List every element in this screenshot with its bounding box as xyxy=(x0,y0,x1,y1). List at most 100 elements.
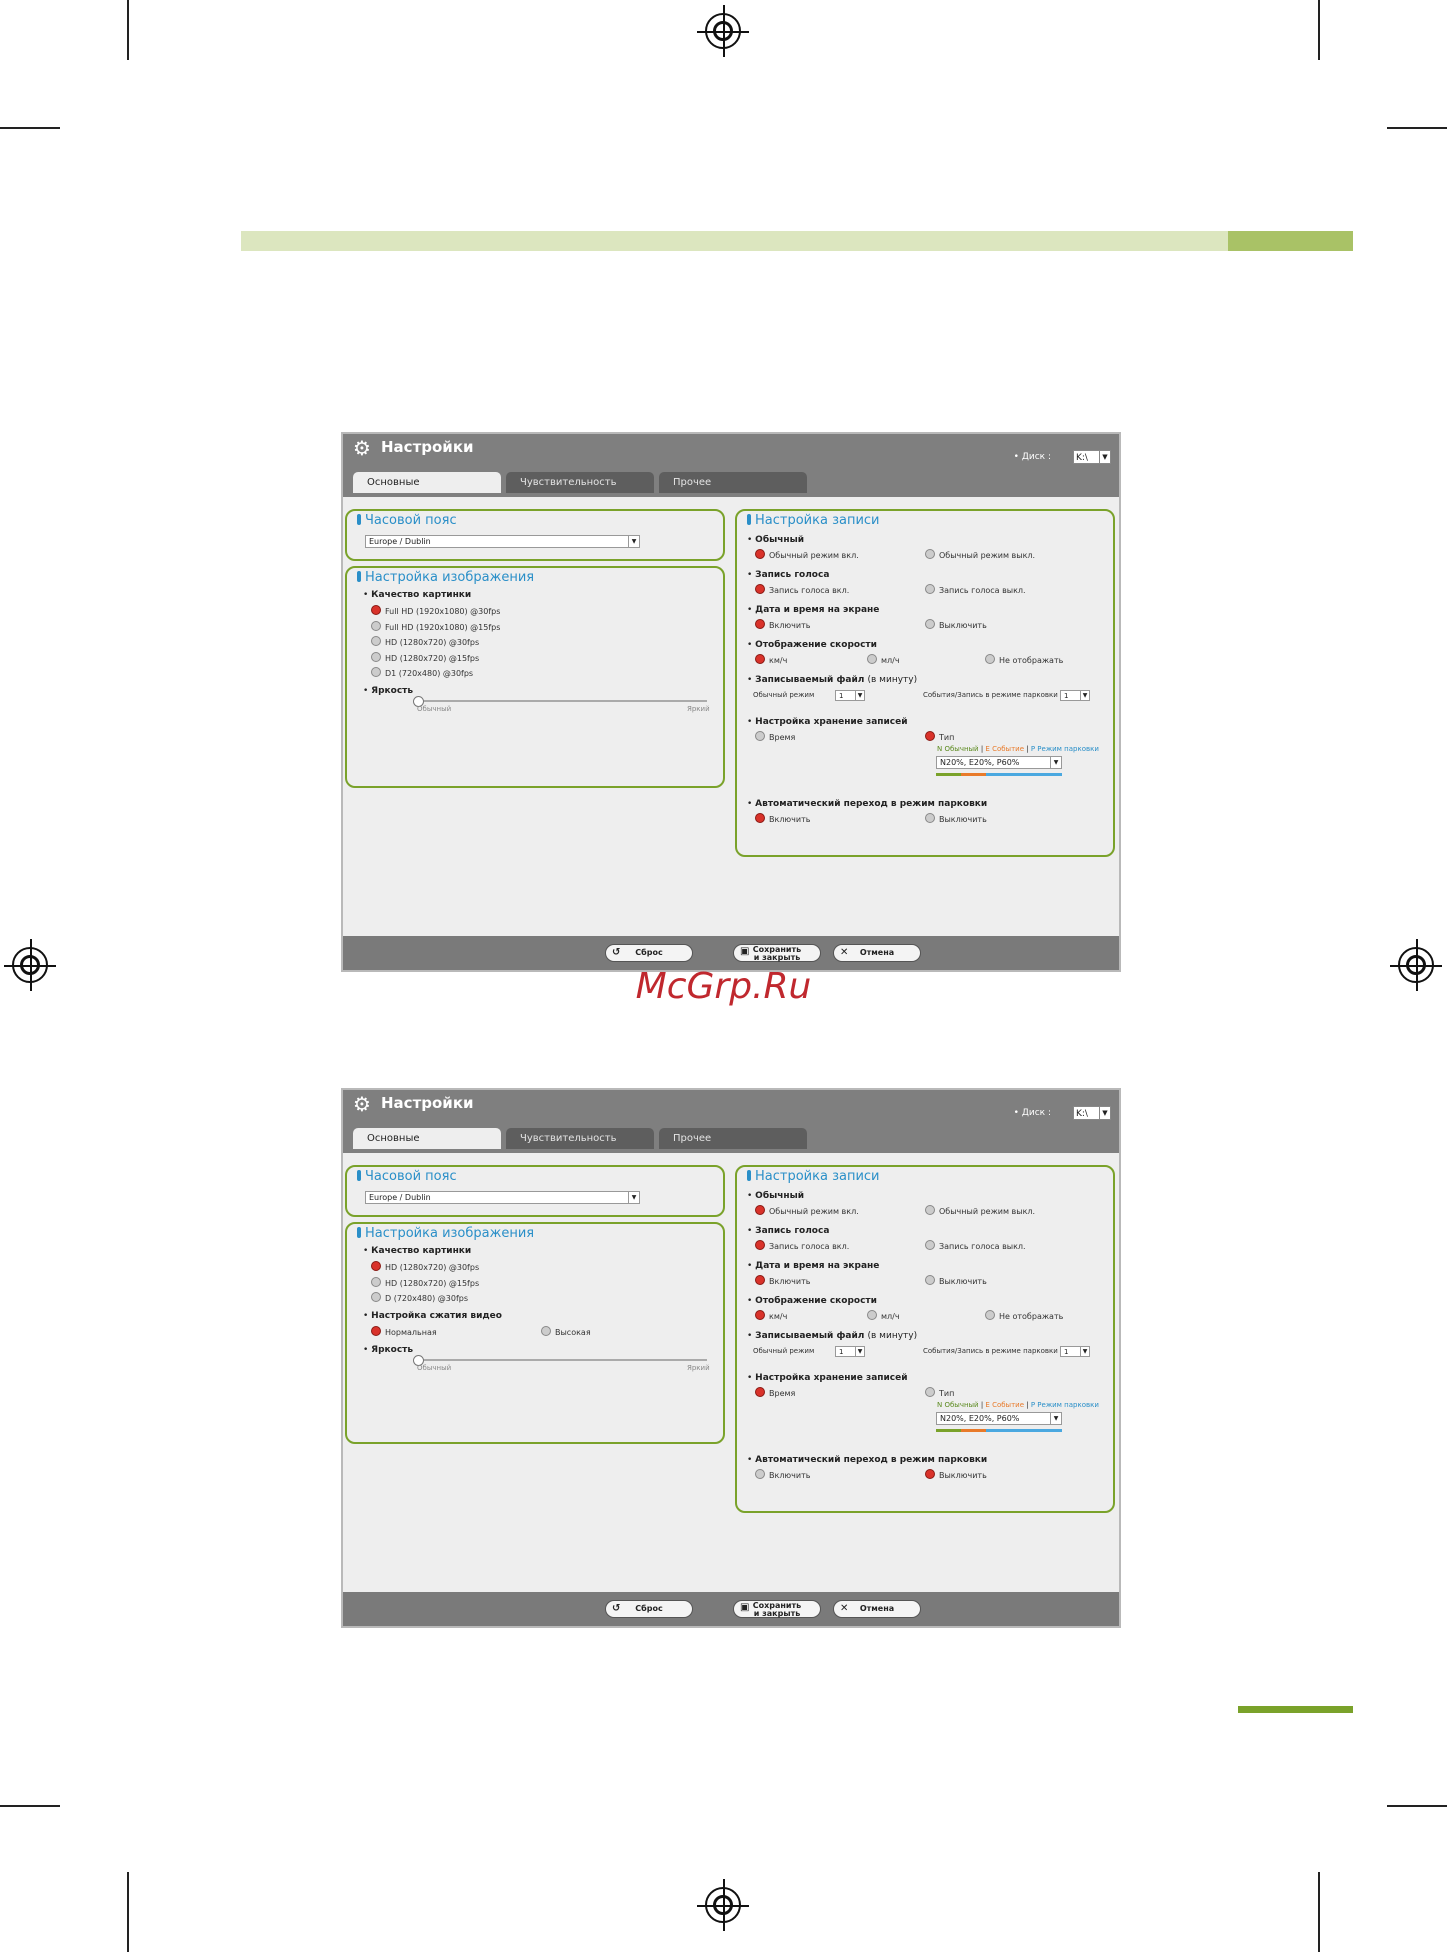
compression-normal-radio[interactable]: Нормальная xyxy=(371,1325,437,1337)
radio-label: Запись голоса вкл. xyxy=(769,586,850,595)
file-event-select[interactable]: 1 ▼ xyxy=(1060,1346,1090,1357)
radio-label: Обычный режим выкл. xyxy=(939,551,1036,560)
file-label-text: Записываемый файл xyxy=(755,675,865,685)
quality-option-radio[interactable]: HD (1280x720) @15fps xyxy=(371,1276,479,1288)
tab-other[interactable]: Прочее xyxy=(659,472,807,493)
file-normal-select[interactable]: 1 ▼ xyxy=(835,690,865,701)
storage-ratio-select[interactable]: N20%, E20%, P60% ▼ xyxy=(936,756,1062,769)
button-label: Сохранить и закрыть xyxy=(752,1601,802,1618)
radio-icon xyxy=(755,1469,765,1479)
radio-icon xyxy=(755,1310,765,1320)
speed-kmh-radio[interactable]: км/ч xyxy=(755,654,787,665)
radio-label: Запись голоса вкл. xyxy=(769,1242,850,1251)
ratio-bar-parking xyxy=(986,773,1062,776)
auto-park-on-radio[interactable]: Включить xyxy=(755,813,810,824)
cancel-button[interactable]: ✕ Отмена xyxy=(833,944,921,962)
normal-mode-on-radio[interactable]: Обычный режим вкл. xyxy=(755,1205,859,1216)
tab-sensitivity[interactable]: Чувствительность xyxy=(506,472,654,493)
image-settings-title: Настройка изображения xyxy=(357,1226,534,1241)
normal-mode-off-radio[interactable]: Обычный режим выкл. xyxy=(925,549,1035,560)
tab-basic[interactable]: Основные xyxy=(353,472,501,493)
timezone-select[interactable]: Europe / Dublin ▼ xyxy=(365,535,640,548)
file-event-select[interactable]: 1 ▼ xyxy=(1060,690,1090,701)
quality-option-radio[interactable]: HD (1280x720) @15fps xyxy=(371,651,479,663)
disk-value: K:\ xyxy=(1076,1109,1088,1119)
quality-option-radio[interactable]: D1 (720x480) @30fps xyxy=(371,667,473,678)
radio-label: HD (1280x720) @30fps xyxy=(385,638,480,647)
quality-option-radio[interactable]: Full HD (1920x1080) @30fps xyxy=(371,605,500,616)
save-close-button[interactable]: ▣ Сохранить и закрыть xyxy=(733,944,821,962)
save-icon: ▣ xyxy=(740,946,750,957)
normal-mode-off-radio[interactable]: Обычный режим выкл. xyxy=(925,1205,1035,1216)
datetime-on-radio[interactable]: Включить xyxy=(755,619,810,630)
storage-ratio-select[interactable]: N20%, E20%, P60% ▼ xyxy=(936,1412,1062,1425)
chevron-down-icon: ▼ xyxy=(1050,1413,1061,1424)
crop-mark xyxy=(0,1805,60,1807)
voice-off-radio[interactable]: Запись голоса выкл. xyxy=(925,1240,1026,1251)
auto-park-on-radio[interactable]: Включить xyxy=(755,1469,810,1480)
disk-value: K:\ xyxy=(1076,453,1088,463)
speed-none-radio[interactable]: Не отображать xyxy=(985,1310,1063,1321)
radio-label: Время xyxy=(769,1389,796,1398)
speed-mph-radio[interactable]: мл/ч xyxy=(867,1310,900,1321)
voice-on-radio[interactable]: Запись голоса вкл. xyxy=(755,584,849,595)
radio-label: Обычный режим вкл. xyxy=(769,551,859,560)
gear-icon: ⚙ xyxy=(353,436,371,460)
registration-mark-icon xyxy=(697,1879,749,1931)
file-unit: (в минуту) xyxy=(867,1331,918,1341)
compression-high-radio[interactable]: Высокая xyxy=(541,1325,591,1337)
voice-on-radio[interactable]: Запись голоса вкл. xyxy=(755,1240,849,1251)
quality-option-radio[interactable]: HD (1280x720) @30fps xyxy=(371,636,479,647)
header-band xyxy=(241,231,1228,251)
header-band-accent xyxy=(1228,231,1353,251)
tab-other[interactable]: Прочее xyxy=(659,1128,807,1149)
save-icon: ▣ xyxy=(740,1602,750,1613)
radio-label: Включить xyxy=(769,1277,811,1286)
disk-select[interactable]: K:\ ▼ xyxy=(1073,450,1111,464)
storage-legend: N Обычный | E Событие | P Режим парковки xyxy=(937,745,1099,753)
legend-event: E Событие xyxy=(985,1401,1025,1409)
datetime-off-radio[interactable]: Выключить xyxy=(925,1275,987,1286)
storage-label: Настройка хранение записей xyxy=(747,1373,907,1383)
crop-mark xyxy=(1318,1872,1320,1952)
cancel-button[interactable]: ✕ Отмена xyxy=(833,1600,921,1618)
datetime-label: Дата и время на экране xyxy=(747,605,879,615)
storage-type-radio[interactable]: Тип xyxy=(925,731,954,742)
brightness-slider-track[interactable] xyxy=(417,699,707,702)
radio-label: D1 (720x480) @30fps xyxy=(385,669,474,678)
voice-label: Запись голоса xyxy=(747,1226,829,1236)
close-icon: ✕ xyxy=(840,947,849,958)
tab-sensitivity[interactable]: Чувствительность xyxy=(506,1128,654,1149)
reset-button[interactable]: ↺ Сброс xyxy=(605,944,693,962)
crop-mark xyxy=(1387,127,1447,129)
file-normal-select[interactable]: 1 ▼ xyxy=(835,1346,865,1357)
radio-icon xyxy=(925,549,935,559)
normal-mode-on-radio[interactable]: Обычный режим вкл. xyxy=(755,549,859,560)
storage-type-radio[interactable]: Тип xyxy=(925,1387,954,1398)
quality-option-radio[interactable]: HD (1280x720) @30fps xyxy=(371,1261,479,1272)
quality-option-radio[interactable]: Full HD (1920x1080) @15fps xyxy=(371,620,500,632)
quality-option-radio[interactable]: D (720x480) @30fps xyxy=(371,1292,468,1303)
tab-basic[interactable]: Основные xyxy=(353,1128,501,1149)
datetime-off-radio[interactable]: Выключить xyxy=(925,619,987,630)
brightness-slider-track[interactable] xyxy=(417,1358,707,1361)
radio-icon xyxy=(925,584,935,594)
datetime-on-radio[interactable]: Включить xyxy=(755,1275,810,1286)
auto-park-off-radio[interactable]: Выключить xyxy=(925,813,987,824)
radio-label: Обычный режим выкл. xyxy=(939,1207,1036,1216)
window-header: ⚙ Настройки • Диск : K:\ ▼ Основные Чувст… xyxy=(343,434,1119,497)
settings-window: ⚙ Настройки • Диск : K:\ ▼ Основные Чувст… xyxy=(341,432,1121,972)
storage-time-radio[interactable]: Время xyxy=(755,731,795,742)
disk-select[interactable]: K:\ ▼ xyxy=(1073,1106,1111,1120)
save-close-button[interactable]: ▣ Сохранить и закрыть xyxy=(733,1600,821,1618)
speed-kmh-radio[interactable]: км/ч xyxy=(755,1310,787,1321)
storage-time-radio[interactable]: Время xyxy=(755,1387,795,1398)
speed-mph-radio[interactable]: мл/ч xyxy=(867,654,900,665)
disk-label: • Диск : xyxy=(1013,1108,1051,1118)
select-value: 1 xyxy=(839,1348,844,1356)
reset-button[interactable]: ↺ Сброс xyxy=(605,1600,693,1618)
voice-off-radio[interactable]: Запись голоса выкл. xyxy=(925,584,1026,595)
auto-park-off-radio[interactable]: Выключить xyxy=(925,1469,987,1480)
timezone-select[interactable]: Europe / Dublin ▼ xyxy=(365,1191,640,1204)
speed-none-radio[interactable]: Не отображать xyxy=(985,654,1063,665)
